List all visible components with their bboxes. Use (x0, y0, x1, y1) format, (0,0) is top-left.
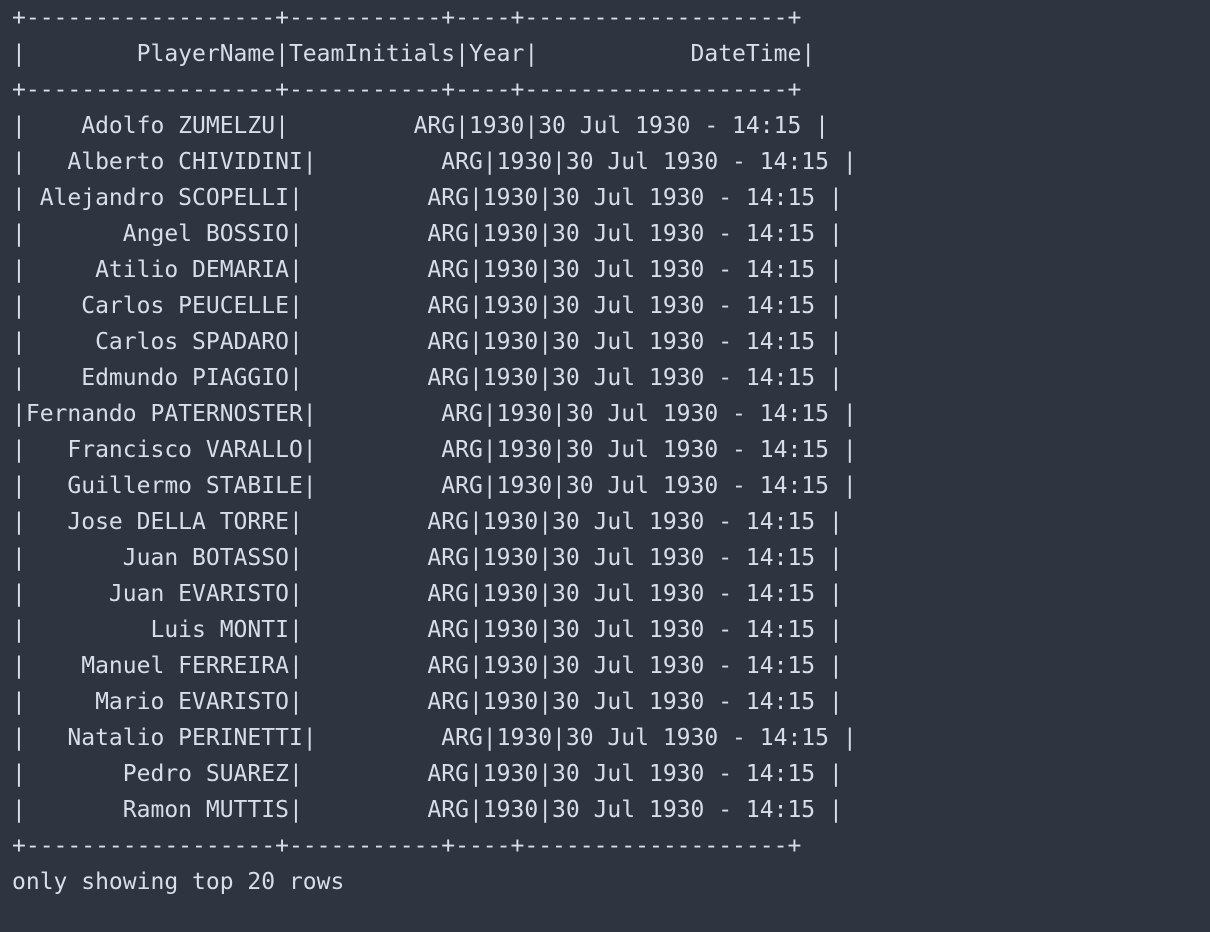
table-border-top: +------------------+-----------+----+---… (12, 5, 802, 31)
table-row: | Luis MONTI| ARG|1930|30 Jul 1930 - 14:… (12, 617, 843, 643)
table-row: | Pedro SUAREZ| ARG|1930|30 Jul 1930 - 1… (12, 761, 843, 787)
table-row: | Adolfo ZUMELZU| ARG|1930|30 Jul 1930 -… (12, 113, 829, 139)
table-row: | Angel BOSSIO| ARG|1930|30 Jul 1930 - 1… (12, 221, 843, 247)
table-row: | Atilio DEMARIA| ARG|1930|30 Jul 1930 -… (12, 257, 843, 283)
terminal-output: +------------------+-----------+----+---… (0, 0, 1210, 932)
table-row: | Manuel FERREIRA| ARG|1930|30 Jul 1930 … (12, 653, 843, 679)
row-count-notice: only showing top 20 rows (12, 869, 345, 895)
table-row: | Carlos SPADARO| ARG|1930|30 Jul 1930 -… (12, 329, 843, 355)
table-row: | Juan EVARISTO| ARG|1930|30 Jul 1930 - … (12, 581, 843, 607)
table-header: | PlayerName|TeamInitials|Year| DateTime… (12, 41, 816, 67)
table-border-header: +------------------+-----------+----+---… (12, 77, 802, 103)
table-row: | Francisco VARALLO| ARG|1930|30 Jul 193… (12, 437, 857, 463)
table-row: | Mario EVARISTO| ARG|1930|30 Jul 1930 -… (12, 689, 843, 715)
table-row: | Alberto CHIVIDINI| ARG|1930|30 Jul 193… (12, 149, 857, 175)
table-row: | Edmundo PIAGGIO| ARG|1930|30 Jul 1930 … (12, 365, 843, 391)
table-row: | Juan BOTASSO| ARG|1930|30 Jul 1930 - 1… (12, 545, 843, 571)
table-row: | Jose DELLA TORRE| ARG|1930|30 Jul 1930… (12, 509, 843, 535)
table-row: | Ramon MUTTIS| ARG|1930|30 Jul 1930 - 1… (12, 797, 843, 823)
table-row: | Natalio PERINETTI| ARG|1930|30 Jul 193… (12, 725, 857, 751)
table-row: |Fernando PATERNOSTER| ARG|1930|30 Jul 1… (12, 401, 857, 427)
table-row: | Guillermo STABILE| ARG|1930|30 Jul 193… (12, 473, 857, 499)
table-row: | Alejandro SCOPELLI| ARG|1930|30 Jul 19… (12, 185, 843, 211)
table-border-bottom: +------------------+-----------+----+---… (12, 833, 802, 859)
table-row: | Carlos PEUCELLE| ARG|1930|30 Jul 1930 … (12, 293, 843, 319)
